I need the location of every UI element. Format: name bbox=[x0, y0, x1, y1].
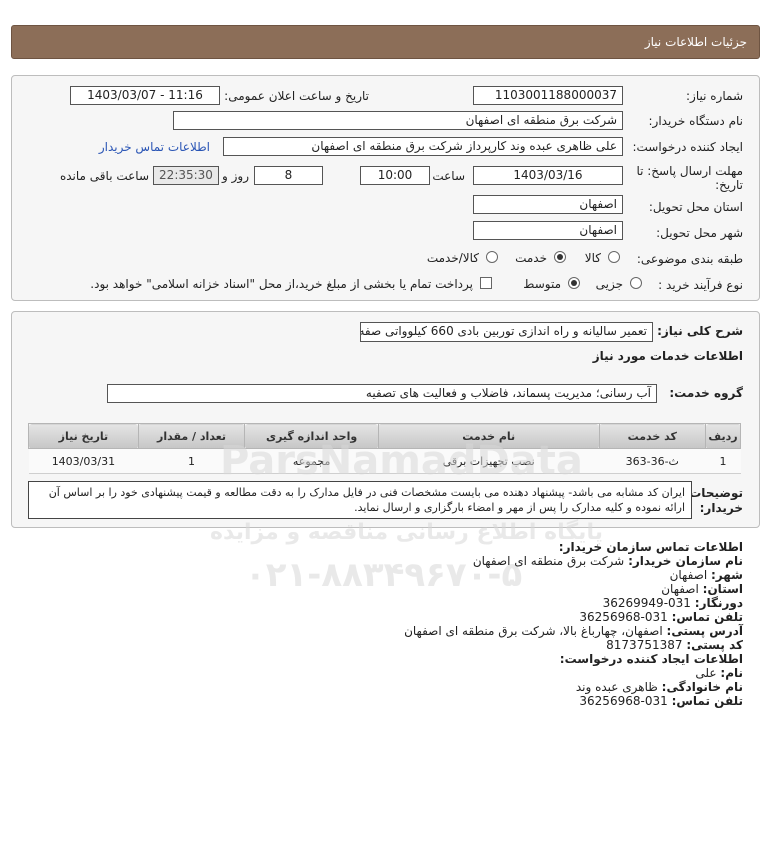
deadline-time-label: ساعت bbox=[432, 169, 465, 183]
process-option-medium: متوسط bbox=[523, 277, 561, 291]
cell-unit: مجموعه bbox=[244, 448, 379, 474]
postal-value: 8173751387 bbox=[606, 638, 683, 652]
contact-city-label: شهر: bbox=[711, 568, 743, 582]
cell-service-name: نصب تجهیزات برقی bbox=[378, 448, 600, 474]
need-number-field: 1103001188000037 bbox=[473, 86, 623, 105]
postal-label: کد پستی: bbox=[686, 638, 743, 652]
remaining-time-field: 22:35:30 bbox=[153, 166, 219, 185]
creator-label: ایجاد کننده درخواست: bbox=[632, 140, 743, 154]
category-option-goods-service: کالا/خدمت bbox=[426, 251, 479, 265]
creator-family-value: ظاهری عبده وند bbox=[575, 680, 658, 694]
creator-family-label: نام خانوادگی: bbox=[661, 680, 743, 694]
purchase-process-label: نوع فرآیند خرید : bbox=[658, 278, 743, 292]
cell-row: 1 bbox=[705, 448, 741, 474]
address-value: اصفهان، چهارباغ بالا، شرکت برق منطقه ای … bbox=[404, 624, 663, 638]
col-need-date: تاریخ نیاز bbox=[28, 423, 139, 449]
process-option-minor: جزیی bbox=[595, 277, 623, 291]
page-header: جزئیات اطلاعات نیاز bbox=[11, 25, 760, 59]
page-title: جزئیات اطلاعات نیاز bbox=[644, 35, 747, 49]
table-header-row: ردیف کد خدمت نام خدمت واحد اندازه گیری ت… bbox=[28, 423, 741, 449]
services-section-title: اطلاعات خدمات مورد نیاز bbox=[592, 349, 743, 363]
service-group-field: آب رسانی؛ مدیریت پسماند، فاضلاب و فعالیت… bbox=[107, 384, 657, 403]
cell-service-code: ث-36-363 bbox=[599, 448, 706, 474]
fax-value: 031-36269949 bbox=[602, 596, 691, 610]
city-field: اصفهان bbox=[473, 221, 623, 240]
fax-label: دورنگار: bbox=[694, 596, 743, 610]
deadline-label: مهلت ارسال پاسخ: تا تاریخ: bbox=[636, 164, 743, 192]
buyer-org-label: نام دستگاه خریدار: bbox=[648, 114, 744, 128]
col-quantity: تعداد / مقدار bbox=[137, 423, 246, 449]
contact-province-label: استان: bbox=[702, 582, 743, 596]
org-value: شرکت برق منطقه ای اصفهان bbox=[472, 554, 625, 568]
category-option-goods: کالا bbox=[584, 251, 601, 265]
deadline-days-field: 8 bbox=[254, 166, 323, 185]
address-label: آدرس پستی: bbox=[666, 624, 743, 638]
contact-title: اطلاعات تماس سازمان خریدار: bbox=[558, 540, 743, 554]
cell-need-date: 1403/03/31 bbox=[28, 448, 139, 474]
creator-phone-value: 031-36256968 bbox=[579, 694, 668, 708]
city-label: شهر محل تحویل: bbox=[656, 226, 743, 240]
treasury-payment-text: پرداخت تمام یا بخشی از مبلغ خرید،از محل … bbox=[90, 277, 473, 291]
buyer-notes-field: ایران کد مشابه می باشد- پیشنهاد دهنده می… bbox=[28, 481, 692, 519]
phone-value: 031-36256968 bbox=[579, 610, 668, 624]
contact-province-value: اصفهان bbox=[661, 582, 699, 596]
summary-field: تعمیر سالیانه و راه اندازی توربین بادی 6… bbox=[360, 322, 653, 342]
contact-city-value: اصفهان bbox=[669, 568, 708, 582]
contact-section: اطلاعات تماس سازمان خریدار: نام سازمان خ… bbox=[23, 540, 743, 708]
table-row: 1 ث-36-363 نصب تجهیزات برقی مجموعه 1 140… bbox=[28, 448, 741, 474]
col-service-code: کد خدمت bbox=[598, 423, 707, 449]
service-group-label: گروه خدمت: bbox=[669, 386, 743, 400]
org-label: نام سازمان خریدار: bbox=[628, 554, 743, 568]
col-service-name: نام خدمت bbox=[377, 423, 600, 449]
creator-field: علی ظاهری عبده وند کارپرداز شرکت برق منط… bbox=[223, 137, 623, 156]
creator-phone-label: تلفن تماس: bbox=[671, 694, 743, 708]
category-radio-goods-service[interactable] bbox=[486, 251, 498, 263]
process-radio-medium[interactable] bbox=[568, 277, 580, 289]
buyer-contact-link[interactable]: اطلاعات تماس خریدار bbox=[99, 140, 210, 154]
need-number-label: شماره نیاز: bbox=[686, 89, 743, 103]
deadline-days-label: روز و bbox=[222, 169, 249, 183]
col-row: ردیف bbox=[705, 423, 741, 449]
creator-name-label: نام: bbox=[720, 666, 743, 680]
category-option-service: خدمت bbox=[515, 251, 547, 265]
announce-label: تاریخ و ساعت اعلان عمومی: bbox=[224, 89, 369, 103]
treasury-payment-checkbox[interactable] bbox=[480, 277, 492, 289]
province-label: استان محل تحویل: bbox=[648, 200, 743, 214]
deadline-date-field: 1403/03/16 bbox=[473, 166, 623, 185]
province-field: اصفهان bbox=[473, 195, 623, 214]
process-radio-minor[interactable] bbox=[630, 277, 642, 289]
category-label: طبقه بندی موضوعی: bbox=[636, 252, 743, 266]
remaining-time-label: ساعت باقی مانده bbox=[59, 169, 149, 183]
announce-field: 1403/03/07 - 11:16 bbox=[70, 86, 220, 105]
deadline-time-field: 10:00 bbox=[360, 166, 430, 185]
cell-quantity: 1 bbox=[138, 448, 245, 474]
buyer-org-field: شرکت برق منطقه ای اصفهان bbox=[173, 111, 623, 130]
category-radio-service[interactable] bbox=[554, 251, 566, 263]
phone-label: تلفن تماس: bbox=[671, 610, 743, 624]
col-unit: واحد اندازه گیری bbox=[244, 423, 379, 449]
creator-info-title: اطلاعات ایجاد کننده درخواست: bbox=[559, 652, 743, 666]
creator-name-value: علی bbox=[695, 666, 717, 680]
summary-label: شرح کلی نیاز: bbox=[657, 324, 743, 338]
buyer-notes-label: توضیحات خریدار: bbox=[689, 486, 743, 515]
services-table: ردیف کد خدمت نام خدمت واحد اندازه گیری ت… bbox=[28, 423, 741, 474]
category-radio-goods[interactable] bbox=[608, 251, 620, 263]
